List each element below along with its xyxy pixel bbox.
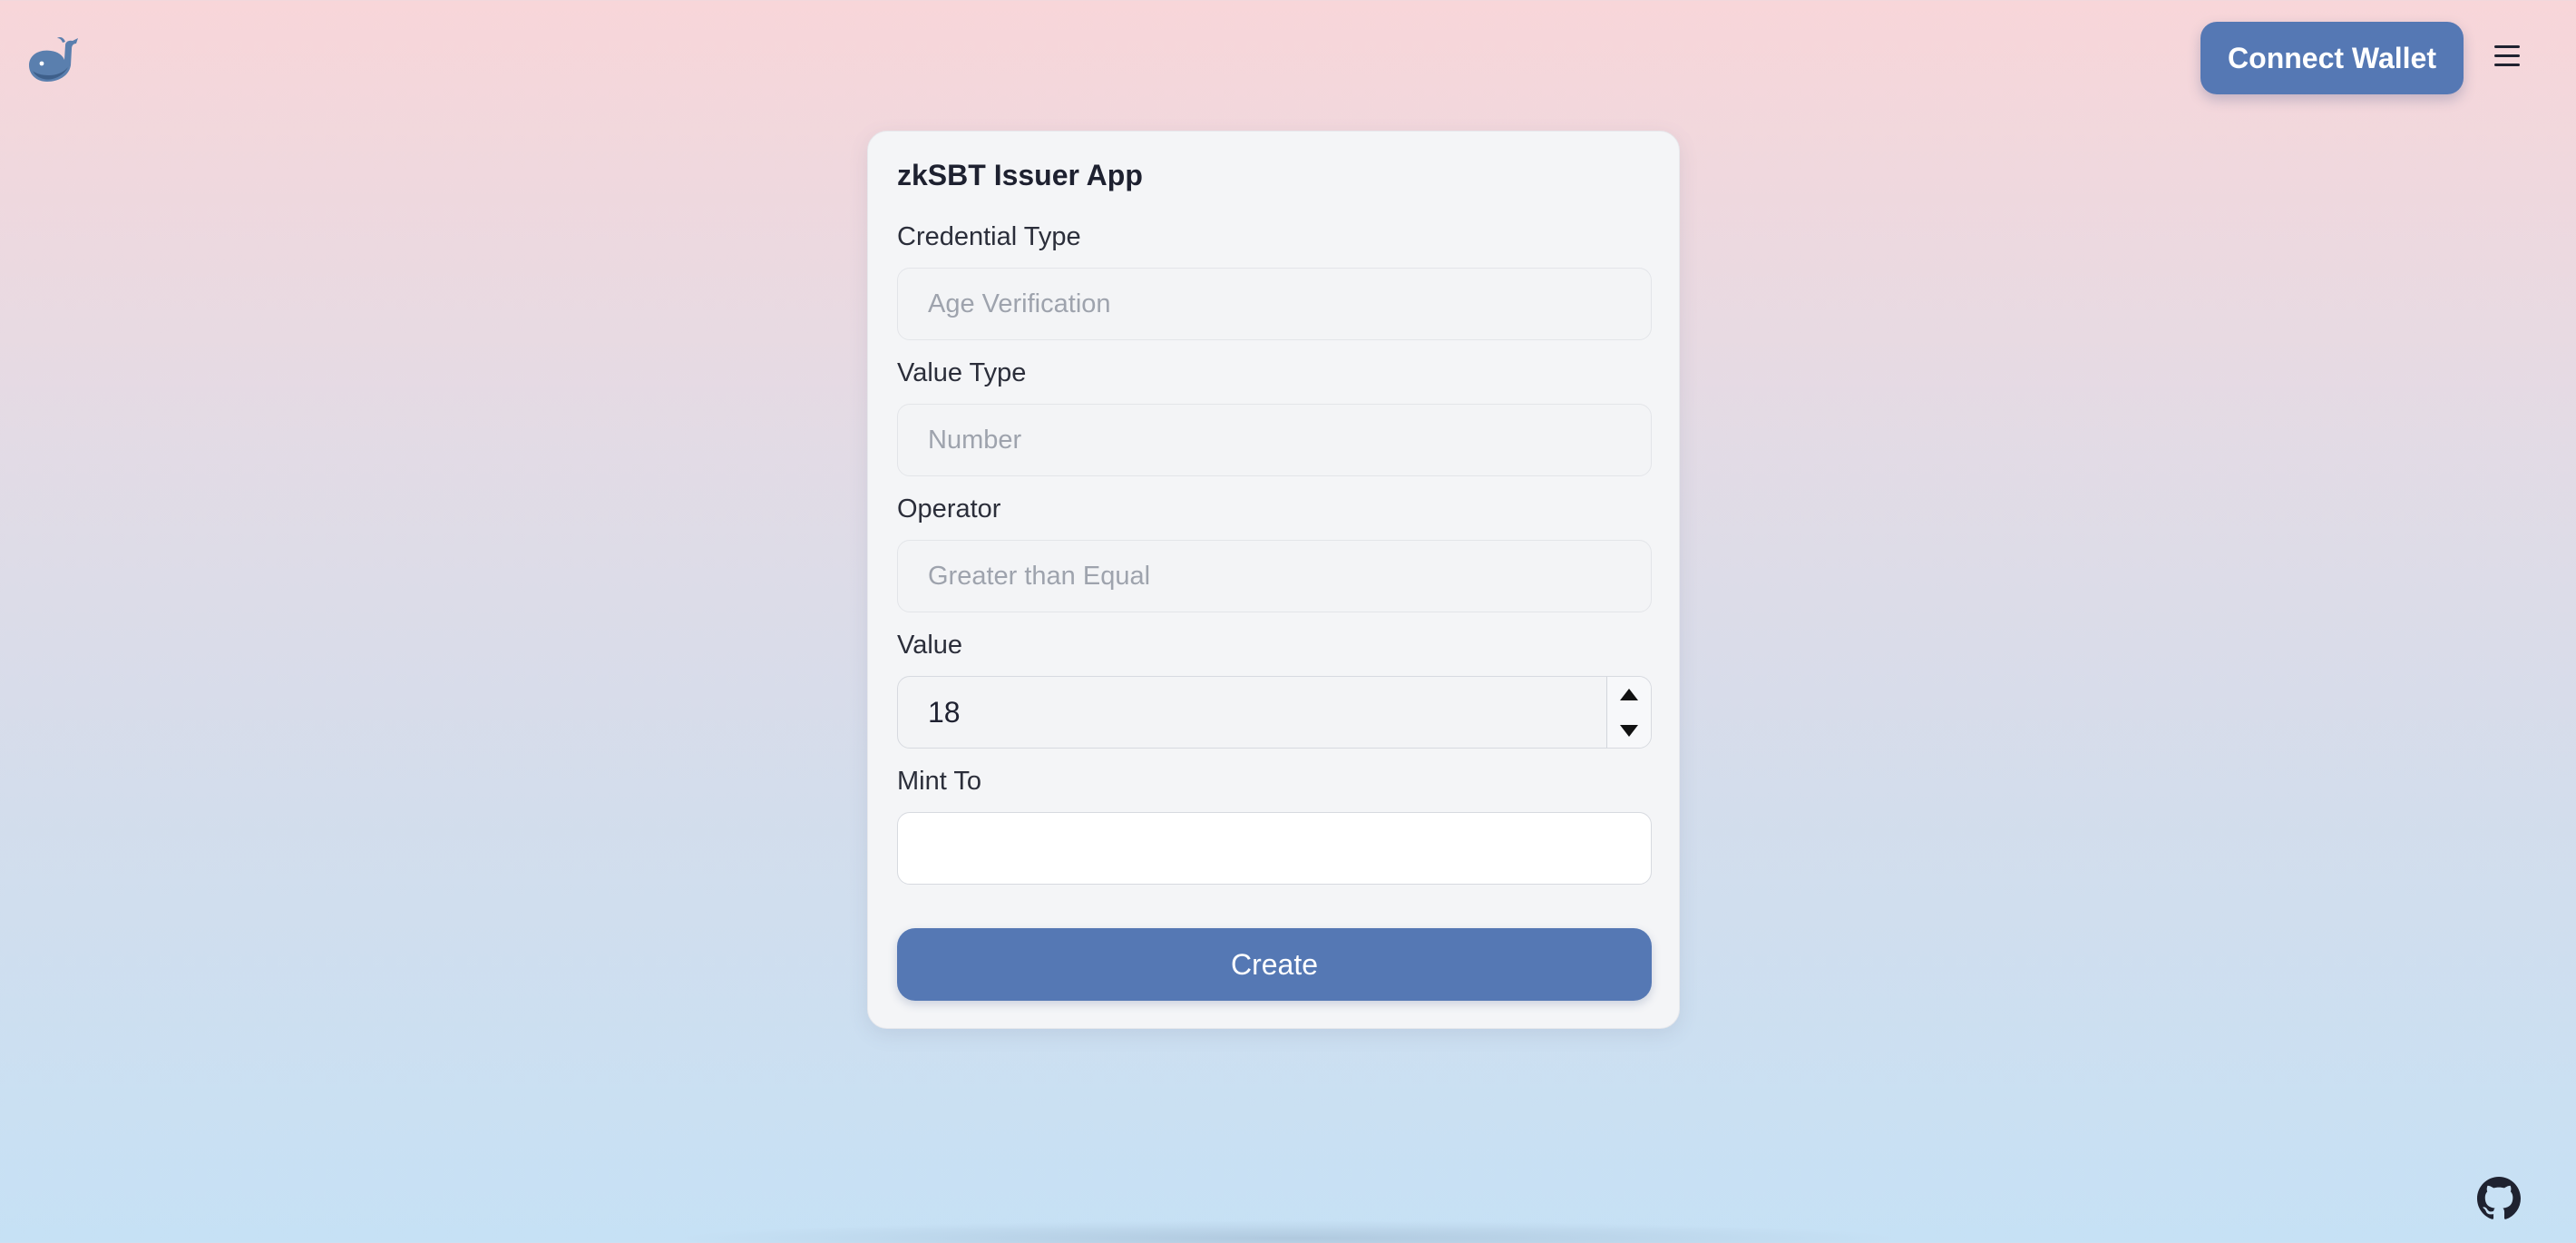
mint-to-label: Mint To: [897, 767, 981, 796]
hamburger-menu-icon[interactable]: [2494, 45, 2520, 71]
value-type-label: Value Type: [897, 358, 1027, 387]
issuer-form-card: zkSBT Issuer App Credential Type Value T…: [867, 131, 1680, 1029]
connect-wallet-button[interactable]: Connect Wallet: [2200, 22, 2464, 94]
operator-input[interactable]: [897, 540, 1652, 612]
decorative-shadow: [671, 1220, 1905, 1243]
value-number-field[interactable]: 18: [897, 676, 1652, 749]
create-button[interactable]: Create: [897, 928, 1652, 1001]
github-icon[interactable]: [2477, 1177, 2521, 1220]
value-number-input[interactable]: 18: [928, 677, 961, 748]
form-title: zkSBT Issuer App: [897, 159, 1143, 191]
operator-label: Operator: [897, 494, 1001, 524]
stepper-up-icon[interactable]: [1607, 677, 1651, 712]
value-label: Value: [897, 631, 963, 660]
mint-to-input[interactable]: [897, 812, 1652, 885]
value-type-input[interactable]: [897, 404, 1652, 476]
credential-type-label: Credential Type: [897, 222, 1081, 251]
whale-logo-icon[interactable]: [24, 29, 82, 87]
value-stepper[interactable]: [1606, 677, 1651, 748]
credential-type-input[interactable]: [897, 268, 1652, 340]
stepper-down-icon[interactable]: [1607, 712, 1651, 748]
